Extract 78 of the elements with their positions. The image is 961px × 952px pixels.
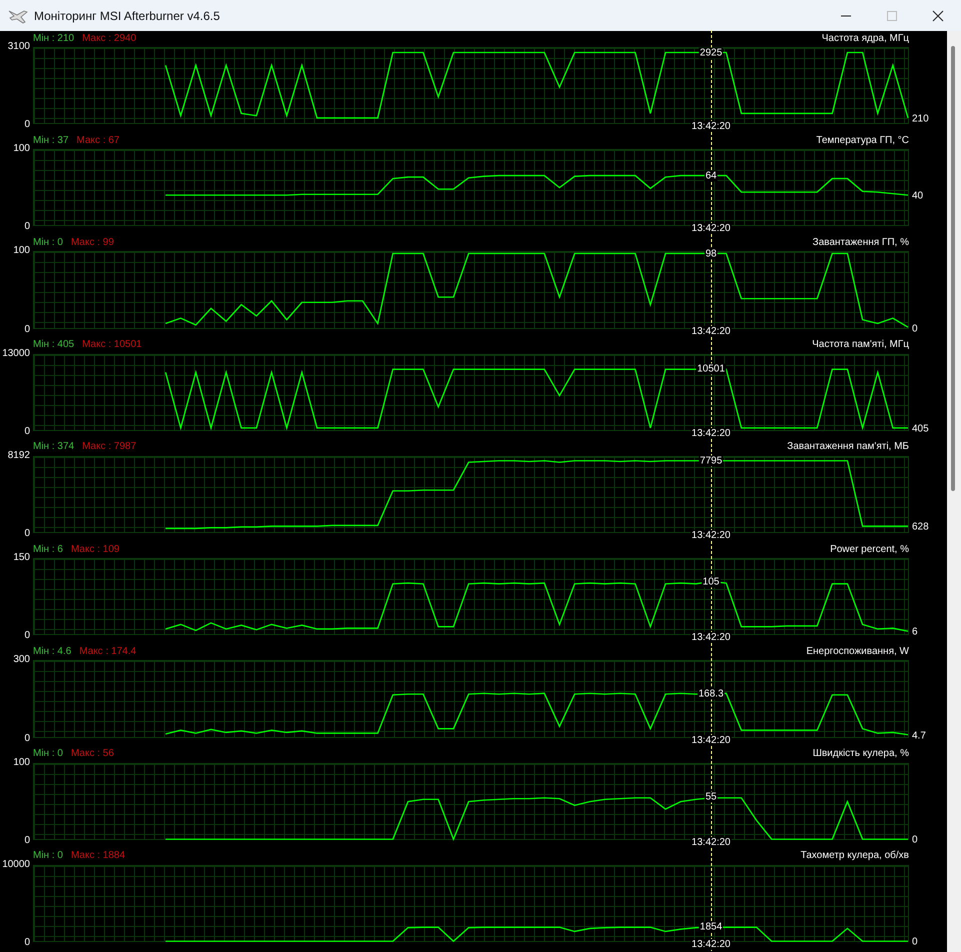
- cursor-time: 13:42:20: [690, 734, 732, 746]
- window-title: Моніторинг MSI Afterburner v4.6.5: [34, 8, 220, 22]
- graph-title: Завантаження пам'яті, МБ: [787, 441, 909, 452]
- max-label: Макс : 109: [70, 544, 120, 555]
- current-value: 40: [912, 190, 924, 202]
- cursor-value: 168.3: [698, 688, 725, 700]
- scrollbar-thumb[interactable]: [951, 46, 955, 491]
- max-label: Макс : 7987: [82, 441, 136, 452]
- y-axis-label: 0: [24, 528, 30, 540]
- y-axis-label: 100: [13, 143, 30, 154]
- max-label: Макс : 10501: [82, 339, 142, 350]
- min-label: Мін : 210: [33, 32, 74, 44]
- y-axis-label: 13000: [2, 348, 30, 359]
- min-label: Мін : 37: [33, 134, 69, 146]
- y-axis-label: 8192: [8, 450, 30, 461]
- cursor-time: 13:42:20: [690, 938, 732, 950]
- graph-title: Завантаження ГП, %: [812, 236, 909, 248]
- y-axis-label: 0: [24, 834, 30, 846]
- graph-title: Power percent, %: [830, 544, 909, 555]
- y-axis-label: 0: [24, 732, 30, 744]
- cursor-value: 1854: [698, 922, 724, 933]
- max-label: Макс : 56: [70, 748, 114, 760]
- y-axis-label: 100: [13, 756, 30, 768]
- max-label: Макс : 174.4: [79, 646, 136, 657]
- graph-title: Енергоспоживання, W: [806, 646, 909, 657]
- cursor-time: 13:42:20: [690, 836, 732, 848]
- y-axis-label: 150: [13, 552, 30, 564]
- graph-title: Тахометр кулера, об/хв: [800, 850, 909, 862]
- cursor-time: 13:42:20: [690, 632, 732, 644]
- current-value: 0: [912, 834, 918, 846]
- min-label: Мін : 0: [33, 850, 63, 862]
- close-icon: [932, 10, 944, 22]
- min-label: Мін : 6: [33, 544, 63, 555]
- cursor-time: 13:42:20: [690, 326, 732, 337]
- cursor-value: 64: [704, 170, 718, 182]
- current-value: 4.7: [912, 730, 926, 742]
- y-axis-label: 0: [24, 936, 30, 948]
- y-axis-label: 300: [13, 654, 30, 666]
- current-value: 6: [912, 626, 918, 638]
- graph-title: Температура ГП, °C: [816, 134, 909, 146]
- cursor-time: 13:42:20: [690, 428, 732, 439]
- max-label: Макс : 1884: [70, 850, 126, 862]
- current-value: 210: [912, 113, 929, 124]
- minimize-icon: [840, 14, 852, 16]
- cursor-value: 105: [702, 576, 720, 588]
- airplane-icon: [8, 8, 28, 24]
- y-axis-label: 0: [24, 221, 30, 232]
- cursor-value: 10501: [696, 363, 726, 374]
- current-value: 628: [912, 521, 929, 532]
- maximize-icon: [886, 10, 898, 22]
- cursor-value: 7795: [698, 455, 724, 466]
- max-label: Макс : 99: [70, 236, 114, 248]
- cursor-value: 2925: [698, 47, 724, 58]
- y-axis-label: 0: [24, 119, 30, 130]
- y-axis-label: 0: [24, 426, 30, 437]
- graph-title: Частота ядра, МГц: [822, 32, 909, 44]
- cursor-time: 13:42:20: [690, 121, 732, 132]
- min-label: Мін : 0: [33, 748, 63, 760]
- min-label: Мін : 4.6: [33, 646, 72, 657]
- graph-title: Частота пам'яті, МГц: [812, 339, 909, 350]
- graph-title: Швидкість кулера, %: [812, 748, 909, 760]
- min-label: Мін : 405: [33, 339, 74, 350]
- cursor-time: 13:42:20: [690, 530, 732, 542]
- current-value: 405: [912, 423, 929, 434]
- y-axis-label: 3100: [8, 41, 30, 52]
- current-value: 0: [912, 323, 918, 334]
- min-label: Мін : 374: [33, 441, 74, 452]
- y-axis-label: 10000: [2, 858, 30, 870]
- max-label: Макс : 67: [76, 134, 120, 146]
- cursor-time: 13:42:20: [690, 223, 732, 234]
- min-label: Мін : 0: [33, 236, 63, 248]
- y-axis-label: 0: [24, 324, 30, 335]
- cursor-value: 55: [704, 792, 718, 803]
- y-axis-label: 100: [13, 245, 30, 256]
- current-value: 0: [912, 936, 918, 948]
- y-axis-label: 0: [24, 630, 30, 642]
- max-label: Макс : 2940: [82, 32, 136, 44]
- cursor-value: 98: [704, 248, 718, 260]
